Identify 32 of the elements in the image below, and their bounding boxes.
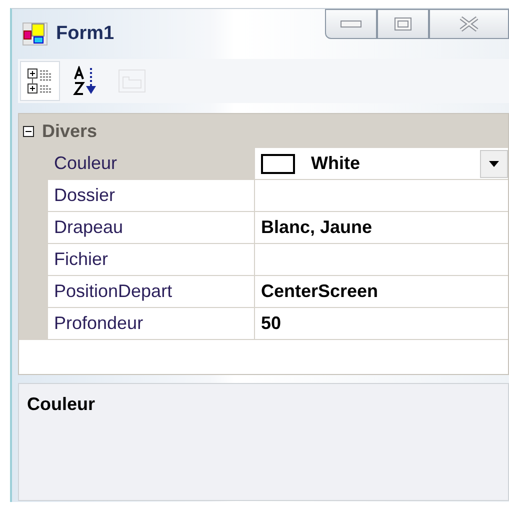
category-label: Divers [42,120,98,142]
property-value[interactable]: CenterScreen [255,276,508,308]
categorized-icon [27,67,53,95]
collapse-button[interactable] [23,126,34,136]
minimize-icon [340,20,362,28]
categorized-button[interactable] [20,61,60,101]
property-name[interactable]: Drapeau [48,212,255,244]
value-text: CenterScreen [261,281,378,302]
collapse-icon [23,126,34,136]
property-name[interactable]: Profondeur [48,308,255,340]
value-text: Blanc, Jaune [261,217,372,238]
property-name[interactable]: Fichier [48,244,255,276]
close-icon [458,16,480,32]
sort-az-icon [73,66,99,96]
maximize-icon [394,17,412,31]
maximize-button[interactable] [377,9,429,39]
value-text: White [311,153,360,174]
form-icon [22,22,48,46]
property-name[interactable]: Dossier [48,180,255,212]
value-text: 50 [261,313,282,334]
property-value[interactable]: Blanc, Jaune [255,212,508,244]
dropdown-button[interactable] [480,150,508,178]
description-title: Couleur [27,394,96,414]
category-row[interactable]: Divers [19,114,508,148]
dropdown-icon [489,161,499,167]
property-name[interactable]: PositionDepart [48,276,255,308]
close-button[interactable] [429,9,509,39]
window-title: Form1 [56,23,114,45]
property-value[interactable]: White [255,148,508,180]
minimize-button[interactable] [325,9,377,39]
color-swatch [261,154,295,174]
property-value[interactable]: 50 [255,308,508,340]
